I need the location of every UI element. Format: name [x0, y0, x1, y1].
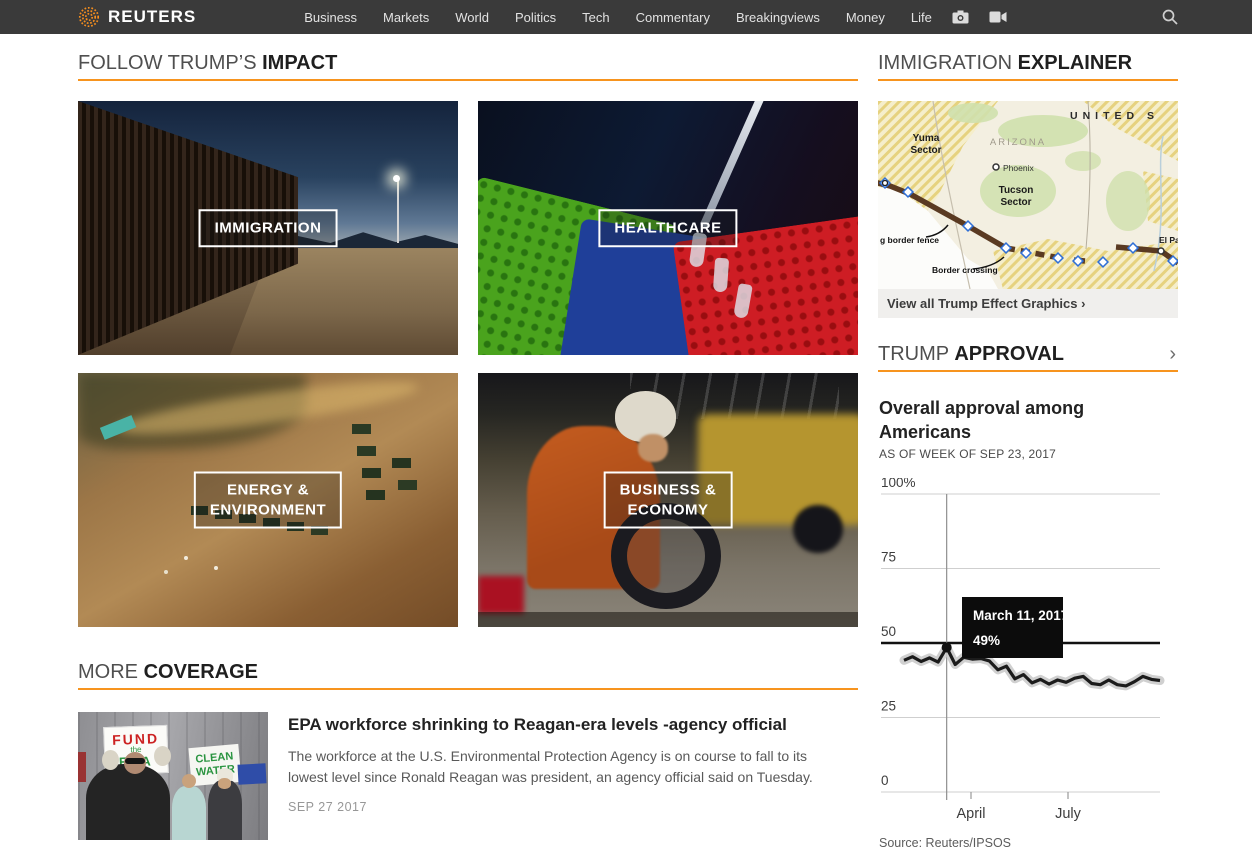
- camera-icon: [952, 10, 969, 24]
- yuma-sector-label: Yuma: [913, 133, 940, 144]
- approval-chart[interactable]: 100% 75 50 25 0 April July March 11, 2017 49%: [878, 478, 1178, 828]
- svg-text:July: July: [1055, 806, 1082, 822]
- nav-item-life[interactable]: Life: [911, 10, 932, 25]
- heading-bold-part: IMPACT: [262, 52, 337, 74]
- border-fence-note: g border fence: [880, 235, 939, 245]
- nav-item-markets[interactable]: Markets: [383, 10, 429, 25]
- svg-text:0: 0: [881, 773, 889, 788]
- video-camera-icon: [989, 11, 1007, 23]
- chart-source: Source: Reuters/IPSOS: [879, 836, 1011, 850]
- border-map-graphic[interactable]: Yuma Sector ARIZONA Phoenix Tucson Secto…: [878, 101, 1178, 289]
- svg-text:50: 50: [881, 624, 896, 639]
- article-date: SEP 27 2017: [288, 800, 860, 814]
- svg-text:Sector: Sector: [1000, 197, 1031, 208]
- svg-text:Sector: Sector: [910, 145, 941, 156]
- immigration-explainer-heading: IMMIGRATION EXPLAINER: [878, 50, 1178, 81]
- video-nav-button[interactable]: [989, 11, 1007, 23]
- article-headline[interactable]: EPA workforce shrinking to Reagan-era le…: [288, 714, 860, 736]
- phoenix-label: Phoenix: [1003, 163, 1034, 173]
- tile-label-energy-environment: ENERGY & ENVIRONMENT: [194, 472, 342, 529]
- search-button[interactable]: [1162, 9, 1178, 25]
- approval-chart-subtitle: AS OF WEEK OF SEP 23, 2017: [879, 447, 1056, 461]
- tucson-sector-label: Tucson: [999, 185, 1034, 196]
- el-paso-label: El Pa: [1159, 235, 1178, 245]
- reuters-logo[interactable]: REUTERS: [78, 6, 196, 28]
- phoenix-city-marker: [993, 164, 999, 170]
- border-crossing-note: Border crossing: [932, 265, 998, 275]
- protest-sign-clean-water: CLEAN WATER: [188, 744, 241, 786]
- nav-item-money[interactable]: Money: [846, 10, 885, 25]
- tile-healthcare[interactable]: HEALTHCARE: [478, 101, 858, 355]
- nav-item-commentary[interactable]: Commentary: [636, 10, 710, 25]
- svg-text:April: April: [956, 806, 985, 822]
- more-coverage-heading: MORE COVERAGE: [78, 659, 858, 690]
- tile-energy-environment[interactable]: ENERGY & ENVIRONMENT: [78, 373, 458, 627]
- svg-text:March 11, 2017: March 11, 2017: [973, 608, 1068, 623]
- chevron-right-icon[interactable]: ›: [1169, 341, 1176, 367]
- heading-light-part: FOLLOW TRUMP’S: [78, 52, 257, 74]
- tile-label-immigration: IMMIGRATION: [199, 209, 338, 247]
- reuters-orbit-icon: [78, 6, 100, 28]
- follow-trumps-impact-heading: FOLLOW TRUMP’S IMPACT: [78, 50, 858, 81]
- approval-chart-container: 100% 75 50 25 0 April July March 11, 2017 49%: [878, 478, 1178, 833]
- brand-wordmark: REUTERS: [108, 7, 196, 27]
- view-all-trump-graphics-link[interactable]: View all Trump Effect Graphics ›: [878, 289, 1178, 318]
- top-navigation-bar: REUTERS Business Markets World Politics …: [0, 0, 1252, 34]
- protest-sign-blue: [237, 763, 266, 784]
- svg-text:100%: 100%: [881, 478, 916, 490]
- pictures-nav-button[interactable]: [952, 10, 969, 24]
- tile-label-business-economy: BUSINESS & ECONOMY: [604, 472, 733, 529]
- search-icon: [1162, 9, 1178, 25]
- svg-text:25: 25: [881, 699, 896, 714]
- arizona-border-map: Yuma Sector ARIZONA Phoenix Tucson Secto…: [878, 101, 1178, 289]
- united-states-label: UNITED S: [1070, 110, 1159, 122]
- nav-item-tech[interactable]: Tech: [582, 10, 609, 25]
- article-summary: The workforce at the U.S. Environmental …: [288, 746, 833, 788]
- trump-approval-heading[interactable]: TRUMP APPROVAL ›: [878, 341, 1178, 372]
- arizona-label: ARIZONA: [990, 137, 1046, 148]
- nav-item-politics[interactable]: Politics: [515, 10, 556, 25]
- reuters-homepage: REUTERS Business Markets World Politics …: [0, 0, 1252, 854]
- article-epa-workforce: EPA workforce shrinking to Reagan-era le…: [288, 714, 860, 814]
- tile-immigration[interactable]: IMMIGRATION: [78, 101, 458, 355]
- nav-item-business[interactable]: Business: [304, 10, 357, 25]
- tile-business-economy[interactable]: BUSINESS & ECONOMY: [478, 373, 858, 627]
- svg-text:75: 75: [881, 550, 896, 565]
- tile-label-healthcare: HEALTHCARE: [598, 209, 737, 247]
- svg-text:49%: 49%: [973, 633, 1000, 648]
- nav-item-world[interactable]: World: [455, 10, 489, 25]
- approval-chart-title: Overall approval among Americans: [879, 396, 1119, 444]
- article-thumbnail-epa-protest[interactable]: FUND the EPA CLEAN WATER: [78, 712, 268, 840]
- nav-menu: Business Markets World Politics Tech Com…: [304, 10, 932, 25]
- nav-item-breakingviews[interactable]: Breakingviews: [736, 10, 820, 25]
